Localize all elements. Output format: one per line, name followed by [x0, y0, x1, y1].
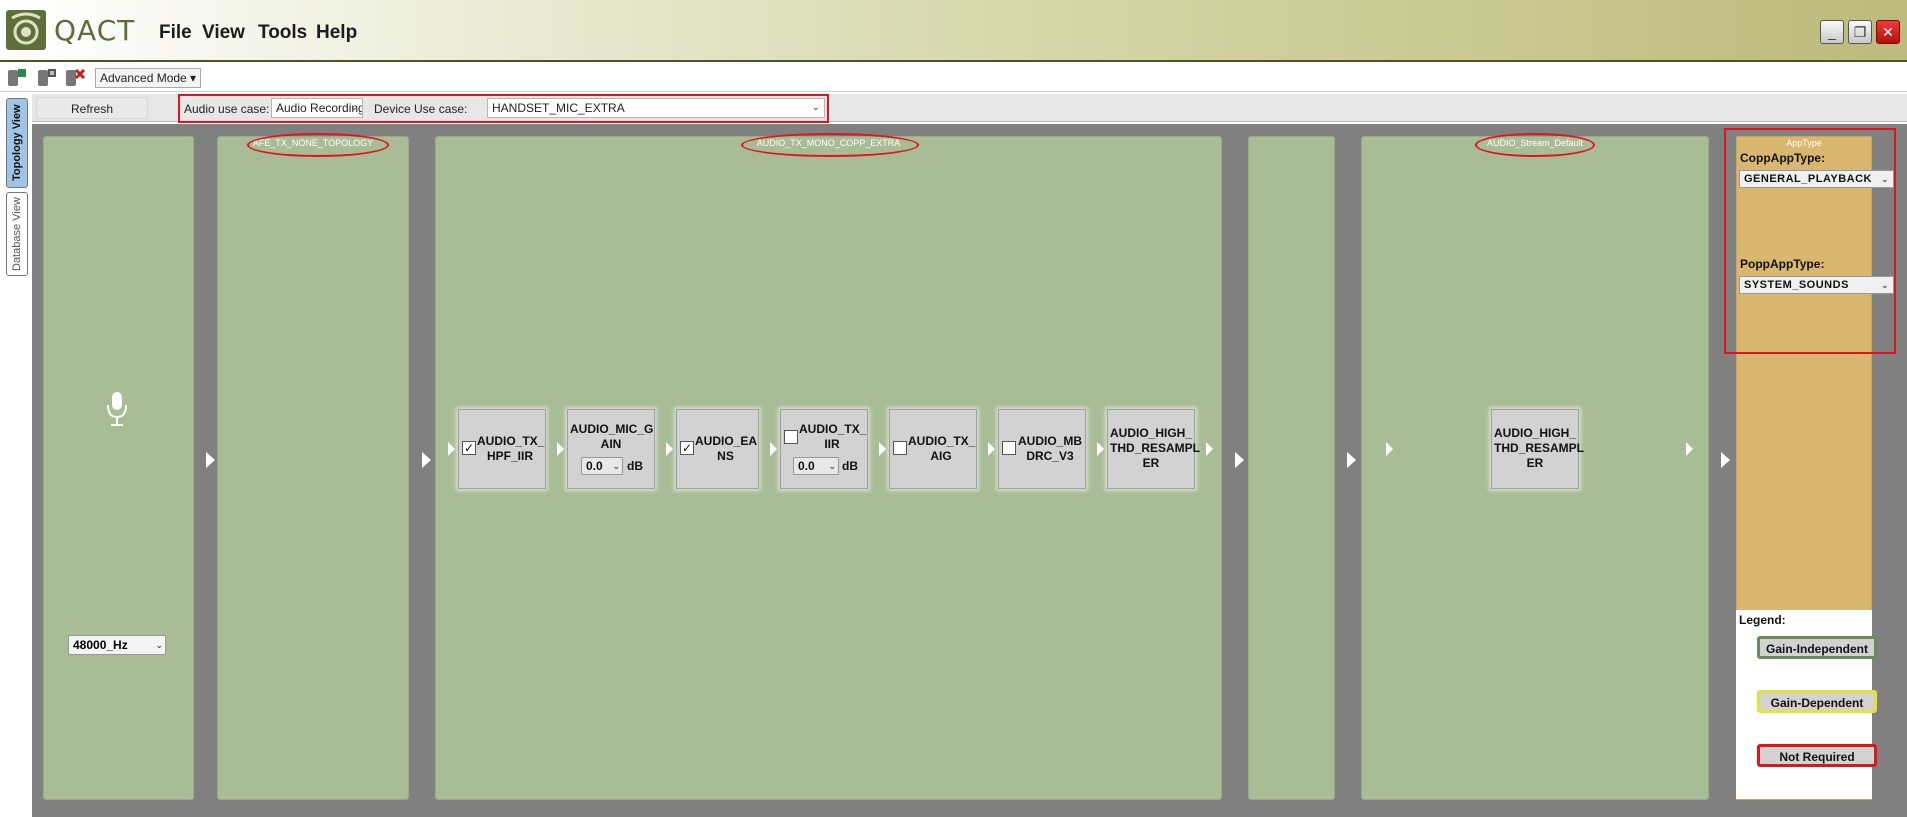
module-label: AUDIO_EA NS [695, 434, 758, 463]
chevron-down-icon: ⌄ [828, 461, 836, 471]
stream-topology-panel: AUDIO_Stream_Default AUDIO_HIGH_ THD_RES… [1361, 133, 1709, 800]
module-enable-checkbox[interactable] [1002, 441, 1016, 455]
chevron-down-icon: ⌄ [155, 640, 163, 650]
legend: Legend: Gain-Independent Gain-Dependent … [1736, 610, 1877, 799]
copp-topology-panel: AUDIO_TX_MONO_COPP_EXTRA ✓ AUDIO_TX_ HPF… [435, 133, 1222, 800]
module-enable-checkbox[interactable] [784, 430, 798, 444]
audio-use-case-label: Audio use case: [184, 102, 270, 116]
module-audio-tx-aig[interactable]: AUDIO_TX_ AIG [889, 409, 977, 489]
minimize-button[interactable]: _ [1820, 20, 1844, 44]
close-button[interactable]: ✕ [1876, 20, 1900, 44]
afe-title-highlight [247, 133, 389, 157]
flow-arrow [1686, 442, 1693, 456]
afe-topology-panel: AFE_TX_NONE_TOPOLOGY [217, 133, 409, 800]
filter-bar: Refresh Audio use case: Audio Recording … [32, 94, 1907, 123]
advanced-mode-dropdown[interactable]: Advanced Mode ▾ [95, 68, 202, 88]
sample-rate-select[interactable]: 48000_Hz ⌄ [68, 635, 166, 655]
legend-gain-independent: Gain-Independent [1757, 636, 1877, 659]
flow-arrow [448, 442, 455, 456]
module-audio-eans[interactable]: ✓ AUDIO_EA NS [676, 409, 759, 489]
module-audio-tx-iir[interactable]: AUDIO_TX_ IIR 0.0 ⌄ dB [780, 409, 868, 489]
module-audio-mbdrc-v3[interactable]: AUDIO_MB DRC_V3 [998, 409, 1086, 489]
toolbar: Advanced Mode ▾ [0, 64, 1907, 92]
flow-arrow [666, 442, 673, 456]
module-label: AUDIO_TX_ IIR [799, 422, 867, 451]
gain-unit: dB [842, 459, 858, 473]
chevron-down-icon: ⌄ [811, 102, 820, 113]
flow-arrow [879, 442, 886, 456]
save-all-icon[interactable] [36, 67, 58, 89]
menu-file[interactable]: File [159, 22, 192, 44]
empty-topology-panel [1248, 136, 1335, 800]
use-case-highlight: Audio use case: Audio Recording ⌄ Device… [178, 94, 829, 123]
menu-view[interactable]: View [202, 22, 245, 44]
chevron-down-icon: ⌄ [349, 102, 358, 113]
menu-tools[interactable]: Tools [258, 22, 307, 44]
tab-topology-view[interactable]: Topology View [6, 98, 28, 188]
menu-help[interactable]: Help [316, 22, 357, 44]
flow-arrow [1386, 442, 1393, 456]
device-use-case-select[interactable]: HANDSET_MIC_EXTRA ⌄ [487, 98, 825, 118]
device-panel: 48000_Hz ⌄ [43, 136, 194, 800]
gain-unit: dB [627, 459, 643, 473]
save-device-icon[interactable] [6, 67, 28, 89]
flow-arrow [422, 452, 431, 468]
apptype-highlight [1724, 128, 1896, 354]
module-label: AUDIO_TX_ HPF_IIR [477, 434, 545, 463]
microphone-icon [107, 392, 127, 426]
module-audio-tx-hpf-iir[interactable]: ✓ AUDIO_TX_ HPF_IIR [458, 409, 546, 489]
title-bar: QACT File View Tools Help _ ❐ ✕ [0, 0, 1907, 62]
legend-title: Legend: [1739, 613, 1786, 627]
app-title: QACT [54, 14, 136, 47]
tab-database-view[interactable]: Database View [6, 192, 28, 276]
view-tabs: Topology View Database View [0, 94, 32, 817]
audio-use-case-select[interactable]: Audio Recording ⌄ [271, 98, 363, 118]
flow-arrow [1097, 442, 1104, 456]
module-label: AUDIO_HIGH_ THD_RESAMPL ER [1494, 426, 1585, 470]
topology-canvas: 48000_Hz ⌄ AFE_TX_NONE_TOPOLOGY AUDIO_TX… [32, 124, 1907, 817]
copp-title-highlight [741, 133, 919, 157]
flow-arrow [206, 452, 215, 468]
module-enable-checkbox[interactable] [893, 441, 907, 455]
refresh-button[interactable]: Refresh [36, 97, 148, 119]
flow-arrow [1721, 452, 1730, 468]
flow-arrow [988, 442, 995, 456]
module-label: AUDIO_MB DRC_V3 [1017, 434, 1082, 463]
module-stream-audio-high-thd-resampler[interactable]: AUDIO_HIGH_ THD_RESAMPL ER [1491, 409, 1585, 489]
chevron-down-icon: ⌄ [612, 461, 620, 471]
sample-rate-value: 48000_Hz [73, 638, 128, 652]
module-enable-checkbox[interactable]: ✓ [462, 441, 476, 455]
module-label: AUDIO_MIC_G AIN [570, 422, 654, 451]
disconnect-icon[interactable] [64, 67, 86, 89]
restore-button[interactable]: ❐ [1848, 20, 1872, 44]
module-audio-high-thd-resampler[interactable]: AUDIO_HIGH_ THD_RESAMPL ER [1107, 409, 1201, 489]
gain-value: 0.0 [798, 459, 815, 473]
flow-arrow [1347, 452, 1356, 468]
gain-value: 0.0 [586, 459, 603, 473]
qact-window: QACT File View Tools Help _ ❐ ✕ Advanced… [0, 0, 1907, 817]
gain-select[interactable]: 0.0 ⌄ [793, 457, 839, 475]
qact-logo-icon [6, 10, 46, 50]
flow-arrow [1206, 442, 1213, 456]
device-use-case-value: HANDSET_MIC_EXTRA [492, 101, 625, 115]
stream-title-highlight [1475, 133, 1595, 157]
gain-select[interactable]: 0.0 ⌄ [581, 457, 623, 475]
legend-not-required: Not Required [1757, 744, 1877, 767]
flow-arrow [1235, 452, 1244, 468]
module-audio-mic-gain[interactable]: AUDIO_MIC_G AIN 0.0 ⌄ dB [567, 409, 655, 489]
module-enable-checkbox[interactable]: ✓ [680, 441, 694, 455]
flow-arrow [770, 442, 777, 456]
flow-arrow [557, 442, 564, 456]
module-label: AUDIO_HIGH_ THD_RESAMPL ER [1110, 426, 1201, 470]
legend-gain-dependent: Gain-Dependent [1757, 690, 1877, 713]
module-label: AUDIO_TX_ AIG [908, 434, 976, 463]
device-use-case-label: Device Use case: [374, 102, 468, 116]
